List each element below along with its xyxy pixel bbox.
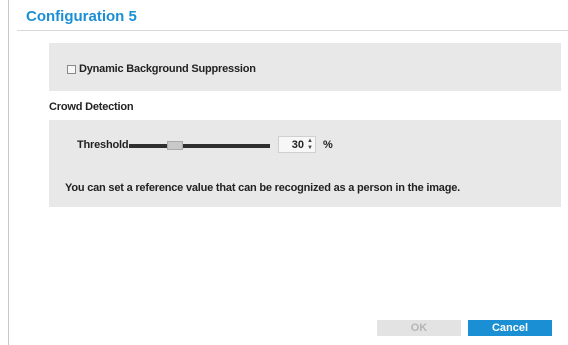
- caret-down-icon[interactable]: ▼: [306, 145, 314, 152]
- threshold-spinbox[interactable]: 30 ▲ ▼: [278, 136, 316, 153]
- caret-up-icon[interactable]: ▲: [306, 138, 314, 145]
- configuration-dialog: Configuration 5 Dynamic Background Suppr…: [8, 0, 568, 345]
- threshold-slider[interactable]: [129, 139, 270, 153]
- spin-arrows: ▲ ▼: [306, 138, 314, 152]
- crowd-detection-heading: Crowd Detection: [49, 101, 134, 113]
- dynamic-background-suppression-label: Dynamic Background Suppression: [79, 63, 256, 75]
- crowd-detection-description: You can set a reference value that can b…: [65, 182, 461, 194]
- slider-track[interactable]: [129, 144, 270, 148]
- dialog-title: Configuration 5: [26, 8, 137, 25]
- threshold-unit: %: [323, 139, 333, 151]
- cancel-button[interactable]: Cancel: [468, 320, 552, 336]
- crowd-detection-panel: Threshold 30 ▲ ▼ % You can set a referen…: [49, 120, 561, 207]
- ok-button[interactable]: OK: [377, 320, 461, 336]
- slider-handle[interactable]: [167, 141, 183, 150]
- background-suppression-panel: Dynamic Background Suppression: [49, 43, 561, 91]
- dynamic-background-suppression-checkbox[interactable]: Dynamic Background Suppression: [67, 63, 256, 75]
- threshold-label: Threshold: [77, 139, 129, 151]
- title-divider: [17, 30, 568, 31]
- checkbox-unchecked-icon[interactable]: [67, 64, 76, 74]
- threshold-value[interactable]: 30: [292, 139, 304, 151]
